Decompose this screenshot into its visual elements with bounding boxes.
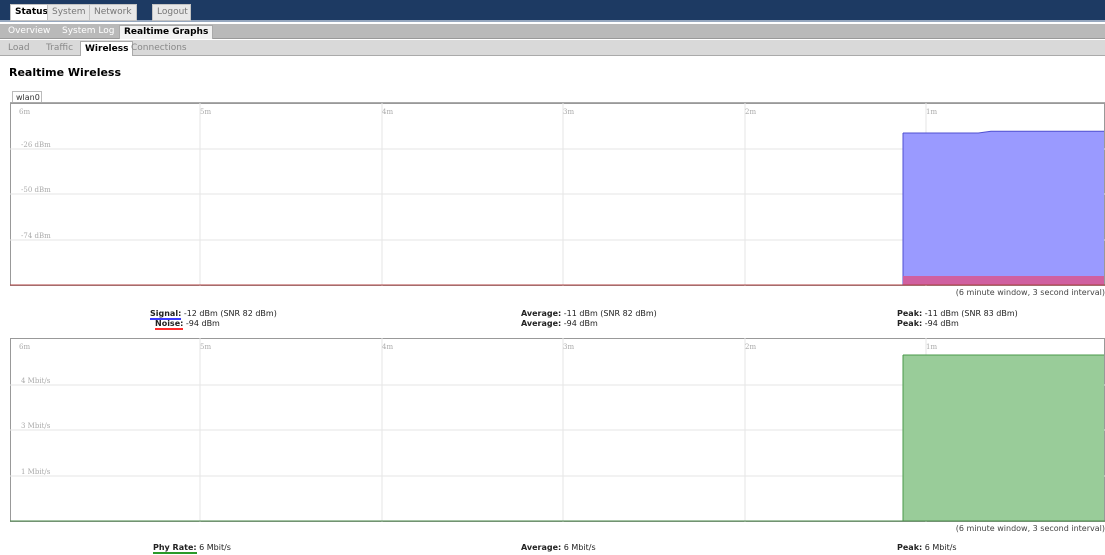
- logout-button[interactable]: Logout: [152, 4, 191, 21]
- average-signal-value: -11 dBm (SNR 82 dBm): [563, 309, 657, 318]
- graph-window-note: (6 minute window, 3 second interval): [955, 524, 1105, 533]
- average-label: Average:: [521, 543, 562, 552]
- x-tick-label: 2m: [745, 108, 756, 116]
- graphs-subnav: Load Traffic Wireless Connections: [0, 40, 1105, 56]
- legend-average-rate: Average: 6 Mbit/s: [521, 543, 596, 552]
- y-tick-label: -50 dBm: [21, 186, 51, 194]
- x-tick-label: 2m: [745, 343, 756, 351]
- legend-signal: Signal: -12 dBm (SNR 82 dBm): [150, 309, 277, 320]
- average-label: Average:: [521, 309, 562, 318]
- x-tick-label: 6m: [19, 343, 30, 351]
- legend-phy-rate: Phy Rate: 6 Mbit/s: [153, 543, 231, 554]
- y-tick-label: 4 Mbit/s: [21, 377, 51, 385]
- y-tick-label: 3 Mbit/s: [21, 422, 51, 430]
- signal-value: -12 dBm (SNR 82 dBm): [183, 309, 277, 318]
- tab-traffic[interactable]: Traffic: [42, 41, 77, 56]
- y-tick-label: -74 dBm: [21, 232, 51, 240]
- page-title: Realtime Wireless: [9, 66, 122, 79]
- x-tick-label: 5m: [200, 343, 211, 351]
- wireless-signal-graph: 6m 5m 4m 3m 2m 1m -26 dBm -50 dBm -74 dBm: [10, 103, 1105, 286]
- peak-noise-value: -94 dBm: [924, 319, 959, 328]
- peak-label: Peak:: [897, 309, 923, 318]
- noise-value: -94 dBm: [185, 319, 220, 328]
- y-tick-label: 1 Mbit/s: [21, 468, 51, 476]
- average-noise-value: -94 dBm: [563, 319, 598, 328]
- tab-overview[interactable]: Overview: [4, 25, 54, 39]
- tab-system[interactable]: System: [47, 4, 91, 21]
- average-rate-value: 6 Mbit/s: [563, 543, 596, 552]
- legend-peak-signal: Peak: -11 dBm (SNR 83 dBm): [897, 309, 1018, 318]
- top-nav: Status System Network Logout: [0, 0, 1105, 22]
- x-tick-label: 1m: [926, 343, 937, 351]
- x-tick-label: 6m: [19, 108, 30, 116]
- average-label: Average:: [521, 319, 562, 328]
- peak-signal-value: -11 dBm (SNR 83 dBm): [924, 309, 1018, 318]
- noise-area: [903, 276, 1104, 285]
- x-tick-label: 4m: [382, 108, 393, 116]
- tab-connections[interactable]: Connections: [127, 41, 191, 56]
- tab-wireless[interactable]: Wireless: [80, 41, 134, 56]
- y-tick-label: -26 dBm: [21, 141, 51, 149]
- tab-network[interactable]: Network: [89, 4, 137, 21]
- wireless-rate-graph: 6m 5m 4m 3m 2m 1m 4 Mbit/s 3 Mbit/s 1 Mbit/s: [10, 338, 1105, 522]
- x-tick-label: 3m: [563, 343, 574, 351]
- legend-peak-noise: Peak: -94 dBm: [897, 319, 959, 328]
- legend-average-noise: Average: -94 dBm: [521, 319, 598, 328]
- peak-label: Peak:: [897, 543, 923, 552]
- phy-rate-value: 6 Mbit/s: [199, 543, 231, 552]
- peak-label: Peak:: [897, 319, 923, 328]
- legend-noise: Noise: -94 dBm: [155, 319, 220, 330]
- phy-rate-area: [903, 355, 1104, 521]
- x-tick-label: 4m: [382, 343, 393, 351]
- x-tick-label: 1m: [926, 108, 937, 116]
- phy-rate-label: Phy Rate:: [153, 543, 197, 554]
- x-tick-label: 3m: [563, 108, 574, 116]
- tab-load[interactable]: Load: [4, 41, 34, 56]
- status-subnav: Overview System Log Realtime Graphs: [0, 24, 1105, 39]
- tab-realtime-graphs[interactable]: Realtime Graphs: [119, 25, 214, 39]
- tab-system-log[interactable]: System Log: [58, 25, 119, 39]
- noise-label: Noise:: [155, 319, 184, 330]
- signal-area: [903, 131, 1104, 285]
- legend-average-signal: Average: -11 dBm (SNR 82 dBm): [521, 309, 657, 318]
- x-tick-label: 5m: [200, 108, 211, 116]
- legend-peak-rate: Peak: 6 Mbit/s: [897, 543, 957, 552]
- peak-rate-value: 6 Mbit/s: [924, 543, 957, 552]
- graph-window-note: (6 minute window, 3 second interval): [955, 288, 1105, 297]
